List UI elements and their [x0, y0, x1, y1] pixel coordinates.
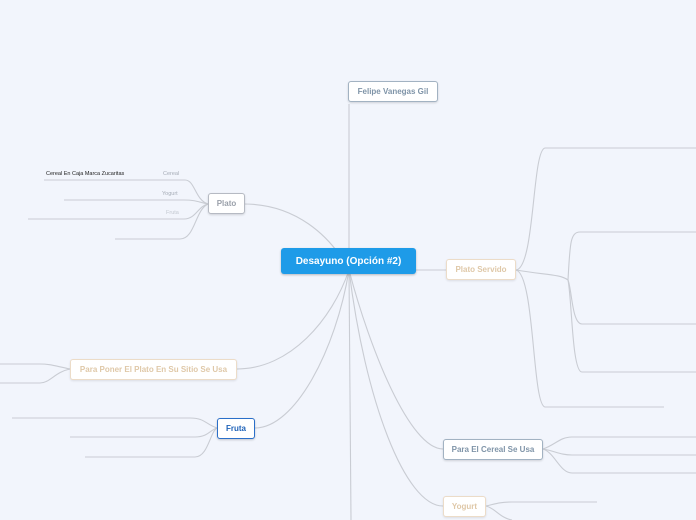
topic-yogurt[interactable]: Yogurt [443, 496, 486, 517]
link-ce-2 [542, 448, 696, 456]
link-ps-3 [515, 269, 664, 408]
topic-para-el-cereal[interactable]: Para El Cereal Se Usa [443, 439, 543, 460]
topic-plato-label: Plato [216, 199, 237, 208]
topic-yogurt-label: Yogurt [451, 502, 478, 511]
link-pp-2 [0, 368, 71, 384]
topic-para-poner-label: Para Poner El Plato En Su Sitio Se Usa [79, 365, 228, 374]
link-fr-1 [12, 417, 218, 429]
topic-plato-servido[interactable]: Plato Servido [446, 259, 516, 280]
topic-fruta[interactable]: Fruta [217, 418, 255, 439]
link-ce-3 [542, 448, 696, 474]
link-bottom [348, 269, 352, 520]
topic-author-label: Felipe Vanegas Gil [357, 87, 429, 96]
link-ps-1 [515, 147, 696, 271]
link-ps-g1 [567, 231, 696, 281]
link-para-poner [236, 269, 350, 370]
subtopic-cereal-en-caja[interactable]: Cereal En Caja Marca Zucaritas [46, 171, 124, 178]
topic-fruta-label: Fruta [226, 424, 246, 433]
topic-plato[interactable]: Plato [208, 193, 245, 214]
central-topic-label: Desayuno (Opción #2) [295, 255, 402, 267]
link-yo-2 [485, 505, 513, 520]
link-fruta [254, 269, 350, 429]
subtopic-fruta[interactable]: Fruta [166, 210, 179, 217]
link-ps-g3 [567, 279, 696, 373]
link-plato-yogurt [64, 199, 209, 205]
link-ps-2 [515, 269, 569, 281]
central-topic[interactable]: Desayuno (Opción #2) [281, 248, 416, 274]
link-ps-g2 [567, 279, 696, 325]
link-plato-fruta [28, 203, 209, 220]
link-pp-1 [0, 363, 71, 370]
link-yogurt [348, 269, 444, 507]
topic-plato-servido-label: Plato Servido [455, 265, 507, 274]
topic-para-poner[interactable]: Para Poner El Plato En Su Sitio Se Usa [70, 359, 237, 380]
subtopic-yogurt[interactable]: Yogurt [162, 191, 178, 198]
link-ce-1 [542, 436, 696, 450]
topic-author[interactable]: Felipe Vanegas Gil [348, 81, 438, 102]
link-fr-2 [70, 427, 218, 438]
link-cereal [348, 269, 444, 450]
mind-map-canvas[interactable]: Desayuno (Opción #2) Felipe Vanegas Gil … [0, 0, 696, 520]
topic-para-el-cereal-label: Para El Cereal Se Usa [451, 445, 535, 454]
link-plato-extra [115, 203, 209, 240]
link-yo-1 [485, 501, 597, 507]
subtopic-cereal[interactable]: Cereal [163, 171, 179, 178]
link-fr-3 [85, 427, 218, 458]
